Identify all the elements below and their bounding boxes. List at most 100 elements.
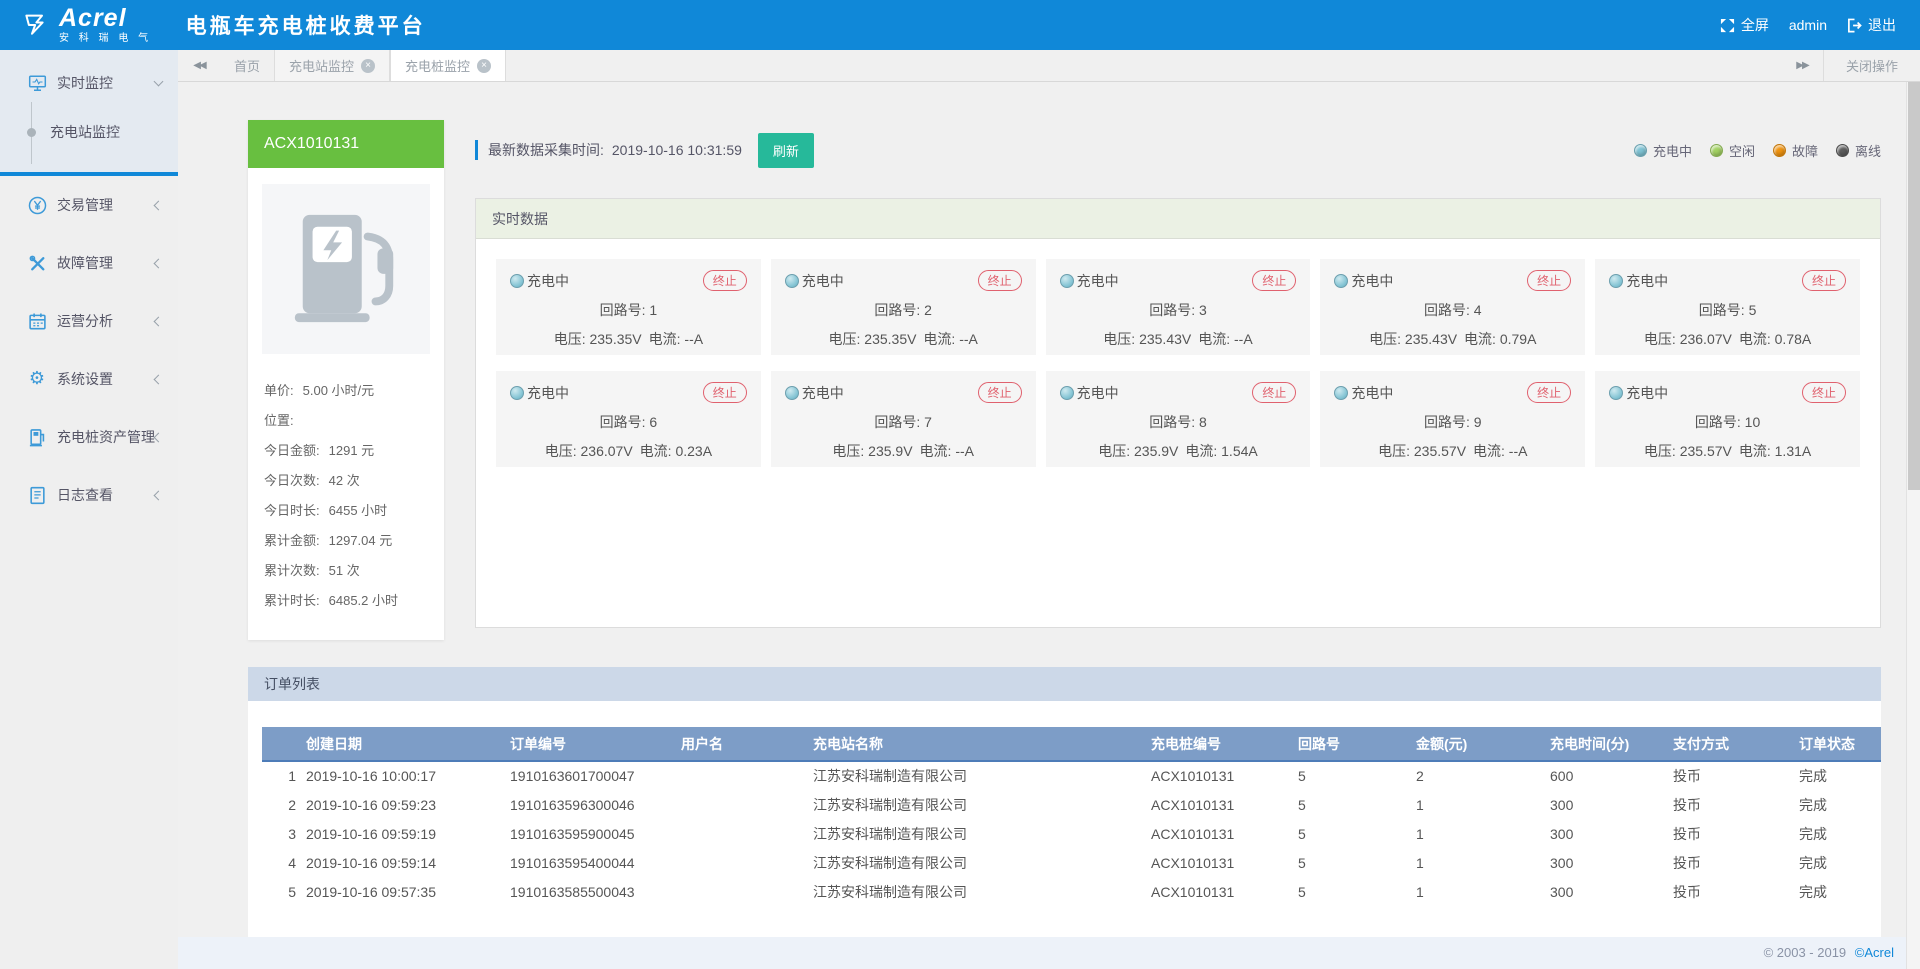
tab-close-icon[interactable]: × — [361, 59, 375, 73]
brand-link[interactable]: ©Acrel — [1855, 945, 1894, 960]
col-pay-method: 支付方式 — [1665, 727, 1791, 761]
transaction-yen-icon — [26, 196, 48, 215]
orders-header-row: 创建日期 订单编号 用户名 充电站名称 充电桩编号 回路号 金额(元) 充电时间… — [262, 727, 1881, 761]
col-charge-minutes: 充电时间(分) — [1542, 727, 1665, 761]
log-document-icon — [26, 486, 48, 505]
tab-station-monitoring[interactable]: 充电站监控 × — [274, 50, 390, 81]
circuit-number: 回路号: 4 — [1334, 300, 1571, 320]
circuit-grid: 充电中 终止 回路号: 1 电压: 235.35V 电流: --A 充电中 终止… — [476, 239, 1880, 487]
tabs-scroll-left-button[interactable]: ◀◀ — [178, 50, 220, 81]
voltage-current: 电压: 235.35V 电流: --A — [785, 329, 1022, 349]
station-stats: 单价:5.00 小时/元 位置: 今日金额:1291 元 今日次数:42 次 今… — [248, 364, 444, 614]
stat-today-duration: 今日时长:6455 小时 — [264, 494, 436, 524]
stat-total-amount: 累计金额:1297.04 元 — [264, 524, 436, 554]
charging-pile-icon — [26, 428, 48, 447]
voltage-current: 电压: 235.9V 电流: --A — [785, 441, 1022, 461]
stat-total-count: 累计次数:51 次 — [264, 554, 436, 584]
terminate-button[interactable]: 终止 — [703, 270, 747, 291]
circuit-card: 充电中 终止 回路号: 7 电压: 235.9V 电流: --A — [771, 371, 1036, 467]
fault-tools-icon — [26, 254, 48, 273]
circuit-card: 充电中 终止 回路号: 5 电压: 236.07V 电流: 0.78A — [1595, 259, 1860, 355]
scrollbar-track[interactable] — [1906, 82, 1920, 969]
legend-charging: 充电中 — [1634, 141, 1692, 160]
orders-table: 创建日期 订单编号 用户名 充电站名称 充电桩编号 回路号 金额(元) 充电时间… — [262, 727, 1881, 906]
charging-status-dot-icon — [510, 274, 524, 288]
legend-fault: 故障 — [1773, 141, 1818, 160]
subitem-dot-icon — [27, 128, 36, 137]
terminate-button[interactable]: 终止 — [703, 382, 747, 403]
sidebar-item-log-view[interactable]: 日志查看 — [0, 466, 178, 524]
calendar-icon — [26, 312, 48, 331]
copyright-text: © 2003 - 2019 — [1764, 945, 1847, 960]
fullscreen-icon — [1720, 18, 1735, 33]
realtime-data-panel: 实时数据 充电中 终止 回路号: 1 电压: 235.35V 电流: --A 充… — [475, 198, 1881, 628]
terminate-button[interactable]: 终止 — [1252, 270, 1296, 291]
footer: © 2003 - 2019 ©Acrel — [178, 937, 1920, 969]
collect-time-row: 最新数据采集时间: 2019-10-16 10:31:59 刷新 充电中 空闲 … — [475, 134, 1881, 166]
sidebar-item-operation-analysis[interactable]: 运营分析 — [0, 292, 178, 350]
circuit-card: 充电中 终止 回路号: 2 电压: 235.35V 电流: --A — [771, 259, 1036, 355]
col-amount: 金额(元) — [1408, 727, 1542, 761]
circuit-card: 充电中 终止 回路号: 4 电压: 235.43V 电流: 0.79A — [1320, 259, 1585, 355]
terminate-button[interactable]: 终止 — [978, 270, 1022, 291]
charging-pile-big-icon — [286, 209, 406, 330]
fullscreen-button[interactable]: 全屏 — [1720, 15, 1769, 35]
stat-total-duration: 累计时长:6485.2 小时 — [264, 584, 436, 614]
voltage-current: 电压: 235.57V 电流: --A — [1334, 441, 1571, 461]
terminate-button[interactable]: 终止 — [1252, 382, 1296, 403]
page-title: 电瓶车充电桩收费平台 — [186, 10, 426, 40]
circuit-status-label: 充电中 — [527, 271, 569, 291]
circuit-card: 充电中 终止 回路号: 1 电压: 235.35V 电流: --A — [496, 259, 761, 355]
scrollbar-thumb[interactable] — [1908, 82, 1920, 490]
charging-status-dot-icon — [1060, 274, 1074, 288]
tabs-scroll-right-button[interactable]: ▶▶ — [1781, 60, 1823, 71]
refresh-button[interactable]: 刷新 — [758, 133, 814, 168]
content-area: ACX1010131 单价:5.00 小时/元 — [178, 82, 1920, 969]
sidebar-item-fault-management[interactable]: 故障管理 — [0, 234, 178, 292]
terminate-button[interactable]: 终止 — [978, 382, 1022, 403]
terminate-button[interactable]: 终止 — [1527, 270, 1571, 291]
circuit-status-label: 充电中 — [1626, 383, 1668, 403]
voltage-current: 电压: 235.35V 电流: --A — [510, 329, 747, 349]
sidebar-item-system-settings[interactable]: ⚙ 系统设置 — [0, 350, 178, 408]
terminate-button[interactable]: 终止 — [1802, 382, 1846, 403]
col-create-date: 创建日期 — [298, 727, 502, 761]
charging-status-dot-icon — [1609, 274, 1623, 288]
sidebar-item-realtime-monitoring[interactable]: 实时监控 — [0, 60, 178, 106]
col-order-status: 订单状态 — [1791, 727, 1881, 761]
legend-idle: 空闲 — [1710, 141, 1755, 160]
terminate-button[interactable]: 终止 — [1527, 382, 1571, 403]
stat-today-amount: 今日金额:1291 元 — [264, 434, 436, 464]
table-row: 22019-10-16 09:59:231910163596300046 江苏安… — [262, 790, 1881, 819]
table-row: 12019-10-16 10:00:171910163601700047 江苏安… — [262, 761, 1881, 790]
chevron-left-icon — [154, 258, 164, 268]
sidebar-item-transaction-management[interactable]: 交易管理 — [0, 176, 178, 234]
fault-dot-icon — [1773, 144, 1786, 157]
sidebar: 实时监控 充电站监控 交易管理 故障管理 — [0, 50, 178, 969]
logout-button[interactable]: 退出 — [1847, 15, 1896, 35]
chevron-down-icon — [154, 77, 164, 87]
username[interactable]: admin — [1789, 17, 1827, 33]
close-operations-button[interactable]: 关闭操作 — [1823, 50, 1920, 81]
tab-pile-monitoring[interactable]: 充电桩监控 × — [390, 50, 506, 81]
table-row: 52019-10-16 09:57:351910163585500043 江苏安… — [262, 877, 1881, 906]
voltage-current: 电压: 235.43V 电流: 0.79A — [1334, 329, 1571, 349]
tab-close-icon[interactable]: × — [477, 59, 491, 73]
circuit-status-label: 充电中 — [1351, 383, 1393, 403]
chevron-left-icon — [154, 200, 164, 210]
col-station-name: 充电站名称 — [805, 727, 1143, 761]
circuit-status-label: 充电中 — [802, 383, 844, 403]
terminate-button[interactable]: 终止 — [1802, 270, 1846, 291]
accent-bar — [475, 140, 478, 160]
voltage-current: 电压: 235.43V 电流: --A — [1060, 329, 1297, 349]
circuit-card: 充电中 终止 回路号: 10 电压: 235.57V 电流: 1.31A — [1595, 371, 1860, 467]
charging-status-dot-icon — [1334, 274, 1348, 288]
app-header: Acrel 安 科 瑞 电 气 电瓶车充电桩收费平台 全屏 admin 退出 — [0, 0, 1920, 50]
tab-home[interactable]: 首页 — [220, 50, 274, 81]
circuit-number: 回路号: 9 — [1334, 412, 1571, 432]
sidebar-item-pile-asset-management[interactable]: 充电桩资产管理 — [0, 408, 178, 466]
charging-status-dot-icon — [1334, 386, 1348, 400]
sidebar-item-station-monitoring[interactable]: 充电站监控 — [0, 106, 178, 158]
logo-subtext: 安 科 瑞 电 气 — [59, 34, 152, 44]
circuit-status-label: 充电中 — [1351, 271, 1393, 291]
